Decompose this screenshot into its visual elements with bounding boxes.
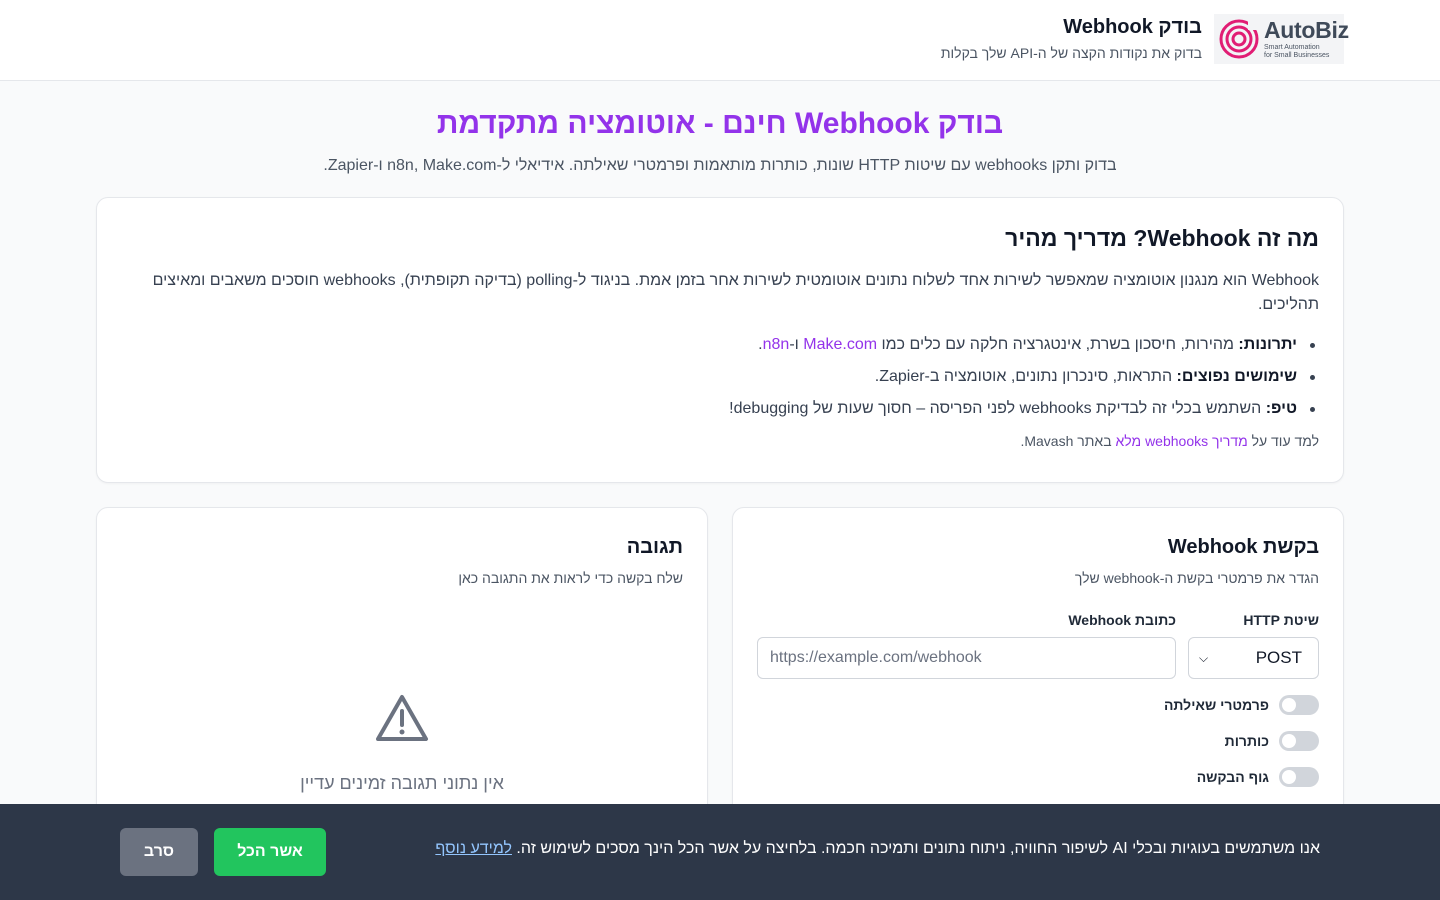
headers-toggle-row: כותרות (757, 731, 1319, 751)
bullet-label: יתרונות: (1238, 336, 1297, 353)
list-item: יתרונות: מהירות, חיסכון בשרת, אינטגרציה … (121, 333, 1319, 357)
request-title: בקשת Webhook (1167, 536, 1319, 558)
list-item: טיפ: השתמש בכלי זה לבדיקת webhooks לפני … (121, 397, 1319, 421)
logo-tagline: Smart Automation (1264, 44, 1320, 52)
request-subtitle: הגדר את פרמטרי בקשת ה-webhook שלך (1074, 570, 1319, 586)
bullet-label: שימושים נפוצים: (1176, 368, 1297, 385)
method-label: שיטת HTTP (1243, 612, 1319, 628)
learn-more: למד עוד על מדריך webhooks מלא באתר Mavas… (1020, 433, 1319, 449)
logo-name: AutoBiz (1264, 17, 1349, 44)
full-guide-link[interactable]: מדריך webhooks מלא (1115, 433, 1247, 449)
empty-state-text: אין נתוני תגובה זמינים עדיין (300, 773, 504, 793)
http-method-select[interactable]: POST ⌵ (1188, 637, 1319, 679)
hero: בודק Webhook חינם - אוטומציה מתקדמת בדוק… (0, 81, 1440, 175)
more-info-link[interactable]: למידע נוסף (435, 840, 512, 857)
accept-all-button[interactable]: אשר הכל (214, 828, 326, 876)
query-params-toggle-row: פרמטרי שאילתה (757, 695, 1319, 715)
empty-state: אין נתוני תגובה זמינים עדיין (97, 693, 707, 794)
body-toggle-row: גוף הבקשה (757, 767, 1319, 787)
guide-title: מה זה Webhook? מדריך מהיר (1005, 225, 1319, 251)
autobiz-logo[interactable]: AutoBiz Smart Automation for Small Busin… (1214, 14, 1349, 64)
toggle-label: כותרות (1224, 733, 1269, 749)
webhook-url-input[interactable] (757, 637, 1176, 679)
decline-button[interactable]: סרב (120, 828, 198, 876)
n8n-link[interactable]: n8n (763, 336, 790, 353)
request-options: פרמטרי שאילתה כותרות גוף הבקשה (757, 695, 1319, 787)
cookie-text: אנו משתמשים בעוגיות ובכלי AI לשיפור החוו… (435, 840, 1320, 857)
query-params-toggle[interactable] (1279, 695, 1319, 715)
list-item: שימושים נפוצים: התראות, סינכרון נתונים, … (121, 365, 1319, 389)
site-title: בודק Webhook (1063, 16, 1202, 38)
guide-intro: Webhook הוא מנגנון אוטומציה שמאפשר לשירו… (152, 272, 1319, 313)
response-title: תגובה (626, 536, 683, 558)
chevron-down-icon: ⌵ (1199, 650, 1209, 665)
bullet-label: טיפ: (1265, 400, 1297, 417)
guide-list: יתרונות: מהירות, חיסכון בשרת, אינטגרציה … (121, 333, 1319, 421)
response-card: תגובה שלח בקשה כדי לראות את התגובה כאן א… (96, 507, 708, 837)
page-subtitle: בדוק ותקן webhooks עם שיטות HTTP שונות, … (323, 157, 1117, 174)
bullet-text: התראות, סינכרון נתונים, אוטומציה ב-Zapie… (874, 368, 1177, 385)
webhook-guide-card: מה זה Webhook? מדריך מהיר Webhook הוא מנ… (96, 197, 1344, 483)
toggle-label: פרמטרי שאילתה (1163, 697, 1269, 713)
toggle-label: גוף הבקשה (1196, 769, 1269, 785)
headers-toggle[interactable] (1279, 731, 1319, 751)
warning-triangle-icon (376, 695, 428, 741)
body-toggle[interactable] (1279, 767, 1319, 787)
cookie-banner: אנו משתמשים בעוגיות ובכלי AI לשיפור החוו… (0, 804, 1440, 900)
webhook-request-card: בקשת Webhook הגדר את פרמטרי בקשת ה-webho… (732, 507, 1344, 837)
page-title: בודק Webhook חינם - אוטומציה מתקדמת (436, 107, 1004, 140)
bullet-text: ו- (789, 336, 804, 353)
spiral-logo-icon (1219, 19, 1260, 59)
logo-tagline-2: for Small Businesses (1264, 51, 1330, 59)
bullet-text: מהירות, חיסכון בשרת, אינטגרציה חלקה עם כ… (877, 336, 1239, 353)
response-subtitle: שלח בקשה כדי לראות את התגובה כאן (458, 570, 683, 586)
url-label: כתובת Webhook (1068, 612, 1176, 628)
site-subtitle: בדוק את נקודות הקצה של ה-API שלך בקלות (940, 45, 1202, 61)
make-link[interactable]: Make.com (803, 336, 877, 353)
method-value: POST (1255, 648, 1302, 667)
bullet-text: השתמש בכלי זה לבדיקת webhooks לפני הפריס… (729, 400, 1266, 417)
top-header: AutoBiz Smart Automation for Small Busin… (0, 0, 1440, 81)
brand: AutoBiz Smart Automation for Small Busin… (940, 14, 1349, 64)
